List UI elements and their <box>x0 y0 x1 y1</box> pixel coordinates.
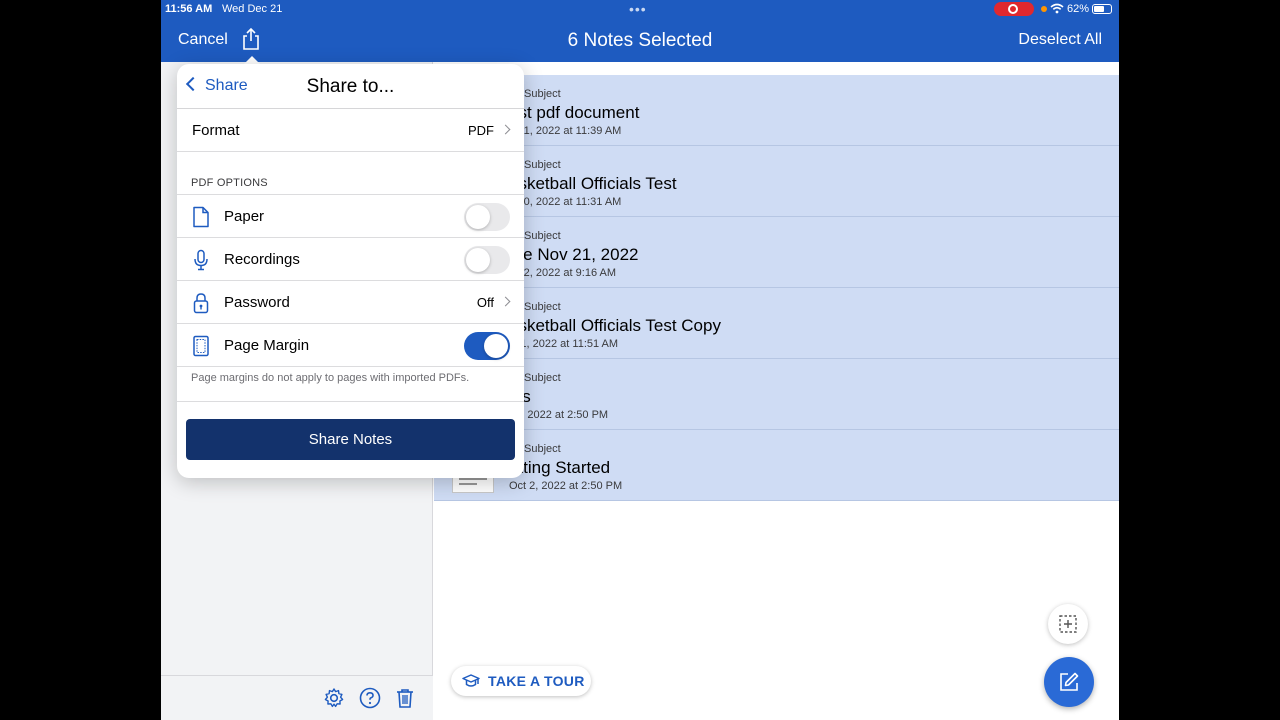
dashed-add-box-icon <box>1059 615 1077 633</box>
app-screen: 11:56 AM Wed Dec 21 ••• 62% Cancel 6 Not… <box>161 0 1119 720</box>
status-date: Wed Dec 21 <box>222 3 283 15</box>
help-icon[interactable] <box>359 687 381 709</box>
note-row[interactable]: Subject etting Started Oct 2, 2022 at 2:50… <box>434 430 1119 501</box>
note-row[interactable]: Subjectolst 2, 2022 at 2:50 PM <box>434 359 1119 430</box>
select-notes-button[interactable] <box>1048 604 1088 644</box>
note-date: t 11, 2022 at 11:51 AM <box>509 338 619 350</box>
note-title: asketball Officials Test <box>509 174 677 193</box>
pdf-options-header: PDF OPTIONS <box>191 177 268 189</box>
paper-row: Paper <box>177 195 524 238</box>
note-row[interactable]: Subject asketball Officials Test Copy t 11… <box>434 288 1119 359</box>
note-date: v 22, 2022 at 9:16 AM <box>509 267 617 279</box>
recordings-toggle[interactable] <box>464 246 510 274</box>
thumbnail-line <box>459 483 477 485</box>
format-label: Format <box>192 122 240 139</box>
note-subject: Subject <box>524 443 561 455</box>
popover-title: Share to... <box>306 76 395 97</box>
battery-icon <box>1092 4 1112 14</box>
note-row[interactable]: Subject est pdf document c 21, 2022 at 11:… <box>434 75 1119 146</box>
lock-icon <box>193 293 209 314</box>
format-row[interactable]: Format PDF <box>177 109 524 152</box>
format-value: PDF <box>468 123 494 138</box>
share-notes-button[interactable]: Share Notes <box>186 419 515 460</box>
sidebar-toolbar <box>161 675 433 720</box>
screen-recording-indicator[interactable] <box>994 2 1034 16</box>
password-value: Off <box>476 295 494 310</box>
top-navigation-bar: 11:56 AM Wed Dec 21 ••• 62% Cancel 6 Not… <box>161 0 1119 62</box>
paper-label: Paper <box>224 208 265 225</box>
notes-list: Subject est pdf document c 21, 2022 at 11:… <box>434 75 1119 501</box>
note-date: c 20, 2022 at 11:31 AM <box>509 196 622 208</box>
thumbnail-line <box>459 478 487 480</box>
page-margin-toggle[interactable] <box>464 332 510 360</box>
record-icon <box>1008 4 1018 14</box>
note-subject: Subject <box>524 230 561 242</box>
popover-header: Share Share to... <box>177 64 524 109</box>
note-row[interactable]: Subject ote Nov 21, 2022 v 22, 2022 at 9:1… <box>434 217 1119 288</box>
paper-toggle[interactable] <box>464 203 510 231</box>
compose-icon <box>1060 672 1079 691</box>
note-subject: Subject <box>524 159 561 171</box>
share-popover: Share Share to... Format PDF PDF OPTIONS… <box>177 64 524 478</box>
chevron-right-icon <box>500 296 511 307</box>
note-date: c 21, 2022 at 11:39 AM <box>509 125 622 137</box>
password-label: Password <box>224 294 290 311</box>
page-title: 6 Notes Selected <box>567 30 713 51</box>
chevron-right-icon <box>500 124 511 135</box>
new-note-button[interactable] <box>1044 657 1094 707</box>
take-a-tour-button[interactable]: TAKE A TOUR <box>451 666 591 696</box>
multitasking-dots-icon[interactable]: ••• <box>629 1 647 17</box>
microphone-indicator-icon <box>1041 6 1047 12</box>
notes-list-pane: Subject est pdf document c 21, 2022 at 11:… <box>434 62 1119 720</box>
note-subject: Subject <box>524 88 561 100</box>
note-title: etting Started <box>509 458 611 477</box>
toggle-knob <box>466 248 490 272</box>
divider <box>177 401 524 402</box>
graduation-cap-icon <box>462 674 480 687</box>
page-margin-icon <box>193 335 209 357</box>
page-margin-footnote: Page margins do not apply to pages with … <box>191 372 470 384</box>
note-row[interactable]: Subject asketball Officials Test c 20, 202… <box>434 146 1119 217</box>
gear-icon[interactable] <box>323 687 345 709</box>
document-icon <box>193 206 209 228</box>
page-margin-row: Page Margin <box>177 324 524 367</box>
password-row[interactable]: Password Off <box>177 281 524 324</box>
note-title: asketball Officials Test Copy <box>509 316 721 335</box>
recordings-row: Recordings <box>177 238 524 281</box>
page-margin-label: Page Margin <box>224 337 310 354</box>
microphone-icon <box>194 249 208 271</box>
note-date: Oct 2, 2022 at 2:50 PM <box>509 480 623 492</box>
note-subject: Subject <box>524 372 561 384</box>
deselect-all-button[interactable]: Deselect All <box>1018 31 1102 49</box>
toggle-knob <box>466 205 490 229</box>
toggle-knob <box>484 334 508 358</box>
note-subject: Subject <box>524 301 561 313</box>
battery-level <box>1094 6 1104 12</box>
recordings-label: Recordings <box>224 251 300 268</box>
trash-icon[interactable] <box>394 687 416 709</box>
take-a-tour-label: TAKE A TOUR <box>488 673 585 689</box>
note-title: ote Nov 21, 2022 <box>509 245 639 264</box>
wifi-icon <box>1050 3 1064 14</box>
note-title: est pdf document <box>509 103 640 122</box>
battery-percent: 62% <box>1067 3 1090 15</box>
status-time: 11:56 AM <box>165 3 213 15</box>
